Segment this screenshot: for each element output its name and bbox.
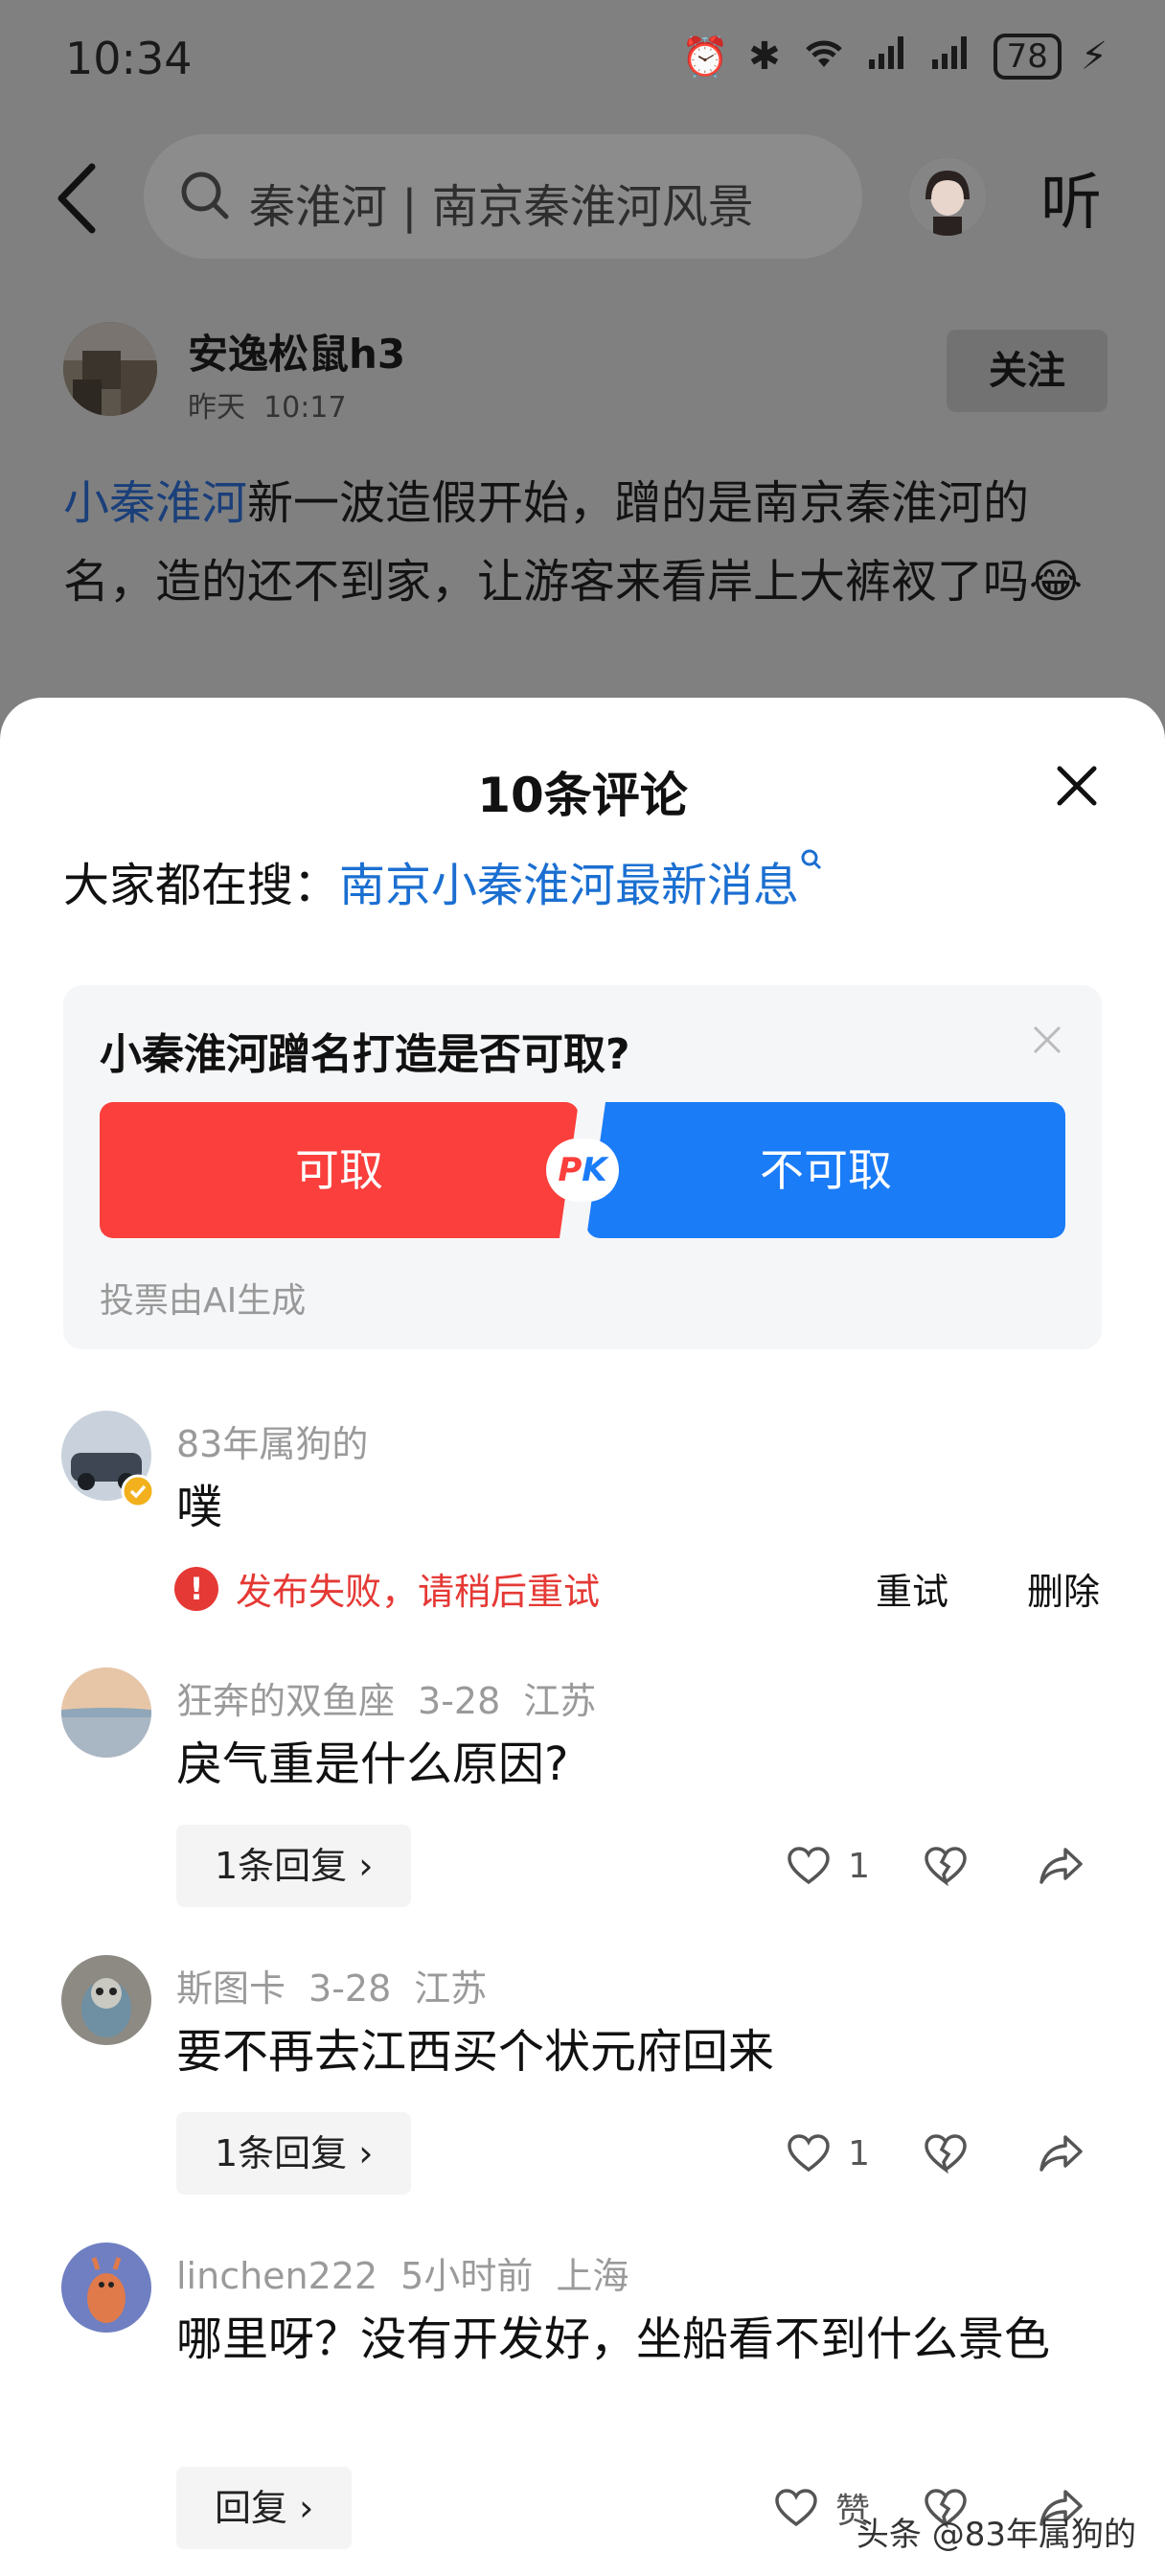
comment-meta: 狂奔的双鱼座 3-28 江苏 [176,1671,619,1724]
comment-location: 上海 [556,2255,629,2297]
back-button[interactable] [50,155,107,242]
signal-icon-1 [867,33,911,80]
comment-date: 5小时前 [400,2255,534,2297]
comment-item: 斯图卡 3-28 江苏 要不再去江西买个状元府回来 1条回复 › 1 [0,1955,1165,2214]
top-bar: 秦淮河 | 南京秦淮河风景 听 [0,134,1165,259]
comment-username: 狂奔的双鱼座 [176,1680,396,1722]
like-button[interactable]: 1 [787,1846,870,1886]
wifi-icon [800,33,848,80]
comment-actions: 1 [733,2112,1102,2195]
status-time: 10:34 [65,33,193,84]
author-avatar[interactable] [63,322,157,416]
hot-search-label: 大家都在搜： [63,859,340,912]
broken-heart-icon [925,1847,967,1886]
comments-title: 10条评论 [477,768,688,823]
background-page: 10:34 ⏰ ✱ 78 ⚡ 秦淮河 | 南京秦淮河风景 听 安逸松鼠h3 昨天… [0,0,1165,728]
search-small-icon [801,849,822,870]
error-icon: ! [174,1566,218,1611]
share-button[interactable] [1039,2133,1102,2174]
vote-card: 小秦淮河蹭名打造是否可取? 可取 不可取 PK 投票由AI生成 [63,985,1102,1349]
reply-button[interactable]: 回复 › [176,2467,353,2549]
vote-ai-note: 投票由AI生成 [100,1281,307,1321]
comment-date: 3-28 [418,1680,501,1722]
pk-badge: PK [546,1138,619,1202]
charging-icon: ⚡ [1080,34,1108,79]
vote-no-button[interactable]: 不可取 [586,1102,1065,1238]
comment-meta: linchen222 5小时前 上海 [176,2246,651,2299]
comments-sheet: 10条评论 大家都在搜：南京小秦淮河最新消息 小秦淮河蹭名打造是否可取? 可取 … [0,698,1165,2576]
comment-username: linchen222 [176,2255,378,2297]
comment-text: 要不再去江西买个状元府回来 [176,2025,775,2079]
status-bar: 10:34 ⏰ ✱ 78 ⚡ [0,0,1165,115]
share-arrow-icon [1039,2135,1083,2172]
close-button[interactable] [1054,763,1100,809]
like-button[interactable]: 1 [787,2133,870,2174]
post-date: 昨天 10:17 [188,391,347,425]
listen-button[interactable]: 听 [1040,153,1102,242]
comment-item: 狂奔的双鱼座 3-28 江苏 戾气重是什么原因? 1条回复 › 1 [0,1668,1165,1926]
user-avatar[interactable] [908,157,987,236]
back-arrow-icon [57,163,96,234]
close-icon [1057,766,1097,806]
verified-badge-icon [121,1474,155,1508]
like-count: 1 [848,2133,870,2174]
search-icon [178,169,232,226]
post-author: 安逸松鼠h3 昨天 10:17 关注 [63,316,1108,431]
search-text: 秦淮河 | 南京秦淮河风景 [249,180,754,234]
view-replies-button[interactable]: 1条回复 › [176,1825,412,1907]
share-arrow-icon [1039,1848,1083,1884]
heart-icon [775,2489,817,2527]
comment-date: 3-28 [308,1967,392,2010]
comment-meta: 斯图卡 3-28 江苏 [176,1959,510,2012]
vote-yes-button[interactable]: 可取 [100,1102,579,1238]
comment-text: 戾气重是什么原因? [176,1737,569,1791]
hot-search: 大家都在搜：南京小秦淮河最新消息 [63,847,824,914]
follow-button[interactable]: 关注 [947,330,1108,412]
comment-location: 江苏 [523,1680,597,1722]
comment-username: 83年属狗的 [176,1423,369,1465]
heart-icon [788,1847,830,1885]
broken-heart-icon [925,2134,967,2174]
comment-avatar[interactable] [61,1668,151,1758]
close-icon [1033,1025,1062,1054]
dislike-button[interactable] [924,1846,985,1886]
comment-location: 江苏 [414,1967,488,2010]
alarm-icon: ⏰ [681,34,730,80]
comment-text: 哪里呀？没有开发好，坐船看不到什么景色 [176,2312,1051,2366]
share-button[interactable] [1039,1846,1102,1886]
comment-text: 噗 [176,1481,223,1534]
vote-question: 小秦淮河蹭名打造是否可取? [100,1030,630,1079]
like-count: 1 [848,1846,870,1886]
retry-button[interactable]: 重试 [876,1562,948,1615]
comment-actions: 1 [733,1825,1102,1907]
dislike-button[interactable] [924,2133,985,2174]
comment-item: 83年属狗的 噗 ! 发布失败，请稍后重试 重试 删除 [0,1411,1165,1622]
comment-avatar[interactable] [61,1955,151,2045]
vote-close-button[interactable] [1031,1024,1063,1056]
watermark: 头条 @83年属狗的 [856,2516,1136,2554]
heart-icon [788,2134,830,2173]
comment-avatar[interactable] [61,2242,151,2333]
post-failed-message: ! 发布失败，请稍后重试 [174,1562,600,1615]
comment-username: 斯图卡 [176,1967,286,2010]
search-bar[interactable]: 秦淮河 | 南京秦淮河风景 [144,134,862,259]
battery-indicator: 78 [993,34,1062,80]
signal-icon-2 [930,33,974,80]
post-topic-link[interactable]: 小秦淮河 [63,476,247,530]
author-name[interactable]: 安逸松鼠h3 [188,322,405,380]
post-text: 小秦淮河新一波造假开始，蹭的是南京秦淮河的名，造的还不到家，让游客来看岸上大裤衩… [63,464,1098,621]
hot-search-link[interactable]: 南京小秦淮河最新消息 [339,859,799,912]
status-icons: ⏰ ✱ 78 ⚡ [681,33,1108,80]
delete-button[interactable]: 删除 [1027,1562,1100,1615]
bluetooth-icon: ✱ [748,34,781,79]
view-replies-button[interactable]: 1条回复 › [176,2112,412,2195]
